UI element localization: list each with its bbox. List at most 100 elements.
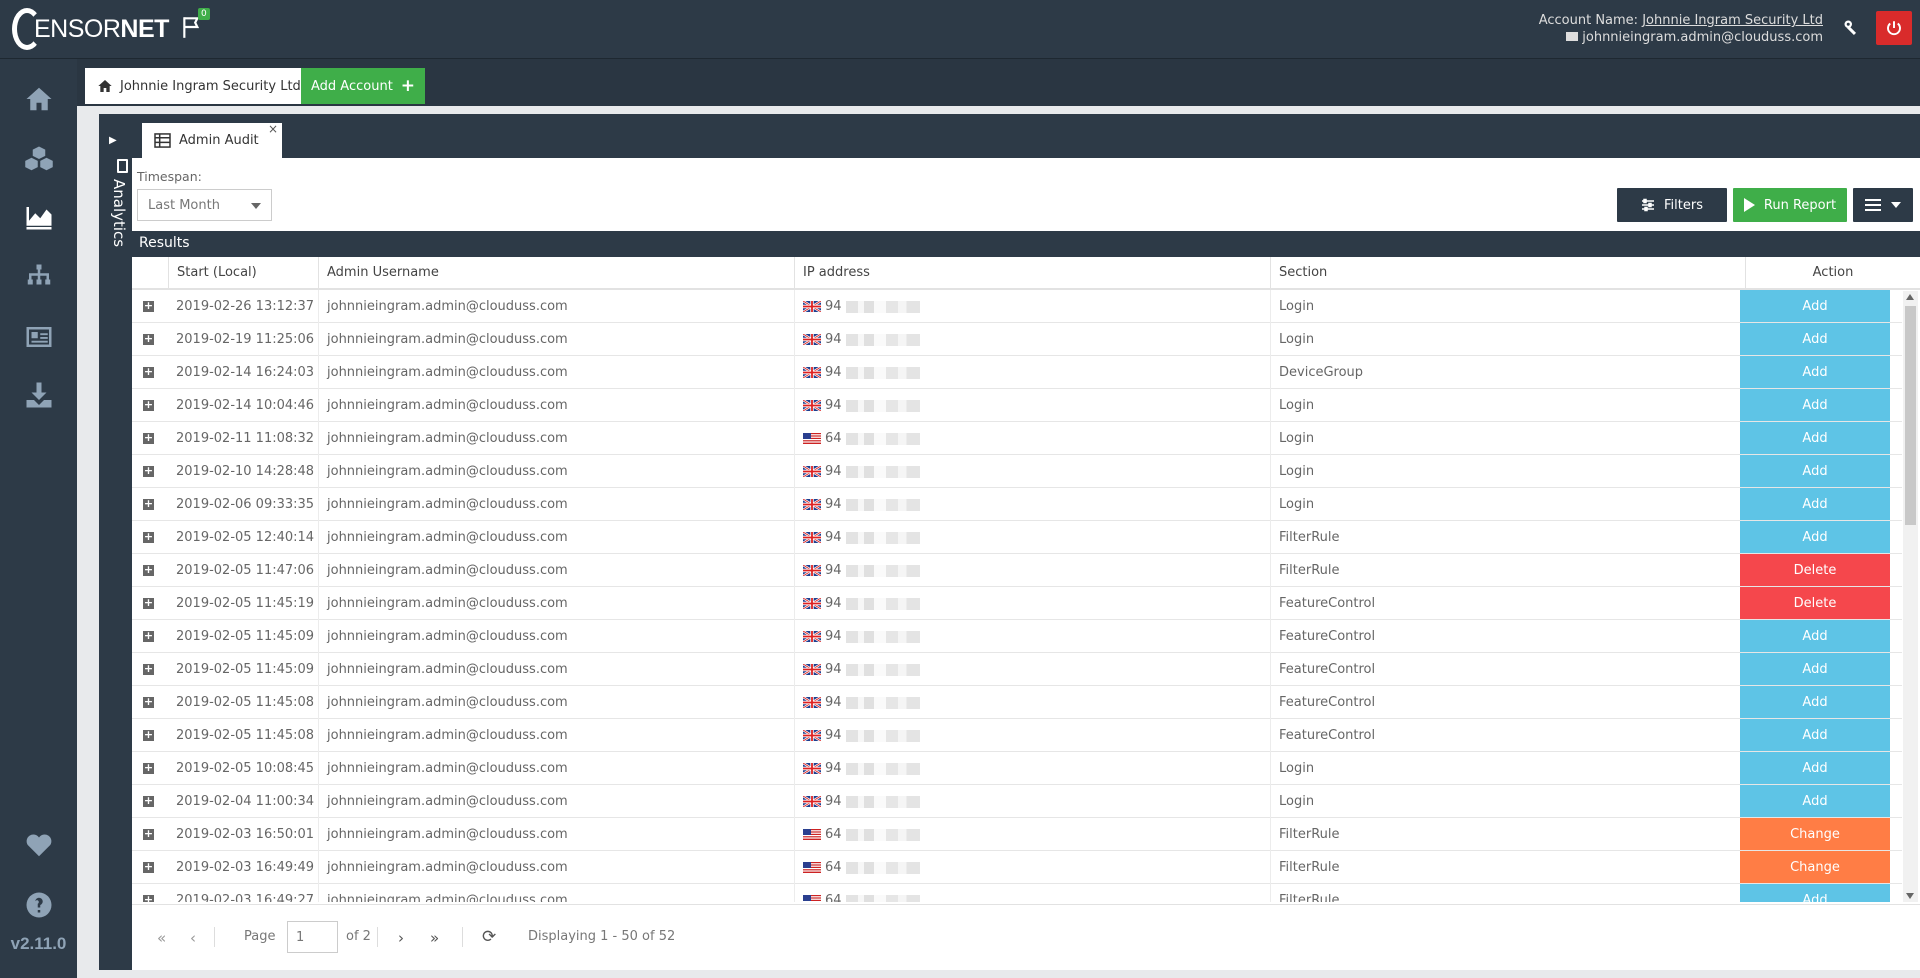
expand-row-plus-icon[interactable]: + [143, 399, 154, 411]
table-row[interactable]: +2019-02-14 10:04:46 johnnieingram.admin@… [132, 389, 1902, 422]
analytics-side-strip[interactable]: ▶ Analytics [99, 114, 132, 970]
cell-start-time: 2019-02-14 10:04:46 [176, 398, 315, 413]
us-flag-icon [803, 827, 825, 842]
cell-section: Login [1270, 752, 1740, 785]
expand-row-plus-icon[interactable]: + [143, 366, 154, 378]
key-icon[interactable] [1839, 15, 1865, 41]
options-menu-button[interactable] [1853, 188, 1913, 222]
uk-flag-icon [803, 629, 825, 644]
sitemap-icon[interactable] [20, 260, 58, 294]
expand-row-plus-icon[interactable]: + [143, 729, 154, 741]
cubes-icon[interactable] [20, 142, 58, 176]
analytics-chart-icon[interactable] [20, 200, 58, 234]
expand-row-plus-icon[interactable]: + [143, 465, 154, 477]
expand-row-plus-icon[interactable]: + [143, 663, 154, 675]
left-navigation: v2.11.0 [0, 59, 77, 978]
expand-row-plus-icon[interactable]: + [143, 894, 154, 902]
scroll-down-arrow-icon[interactable] [1906, 893, 1914, 899]
table-row[interactable]: +2019-02-03 16:49:49 johnnieingram.admin@… [132, 851, 1902, 884]
expand-row-plus-icon[interactable]: + [143, 531, 154, 543]
table-row[interactable]: +2019-02-05 11:45:09 johnnieingram.admin@… [132, 653, 1902, 686]
home-icon[interactable] [20, 82, 58, 116]
cell-admin-username: johnnieingram.admin@clouduss.com [318, 554, 794, 587]
logout-power-button[interactable] [1876, 11, 1912, 45]
column-ip-address[interactable]: IP address [794, 257, 1270, 288]
last-page-icon[interactable]: » [430, 929, 439, 947]
table-row[interactable]: +2019-02-10 14:28:48 johnnieingram.admin@… [132, 455, 1902, 488]
table-row[interactable]: +2019-02-14 16:24:03 johnnieingram.admin@… [132, 356, 1902, 389]
ip-redacted [845, 828, 920, 841]
table-row[interactable]: +2019-02-05 11:45:19 johnnieingram.admin@… [132, 587, 1902, 620]
expand-row-plus-icon[interactable]: + [143, 630, 154, 642]
cell-start-time: 2019-02-03 16:49:27 [176, 893, 315, 902]
cell-section: FeatureControl [1270, 620, 1740, 653]
expand-row-plus-icon[interactable]: + [143, 432, 154, 444]
add-account-button[interactable]: Add Account + [301, 68, 426, 104]
help-question-icon[interactable] [20, 888, 58, 922]
scroll-thumb[interactable] [1905, 306, 1916, 525]
scroll-up-arrow-icon[interactable] [1906, 294, 1914, 300]
expand-row-plus-icon[interactable]: + [143, 762, 154, 774]
expand-row-plus-icon[interactable]: + [143, 498, 154, 510]
table-row[interactable]: +2019-02-11 11:08:32 johnnieingram.admin@… [132, 422, 1902, 455]
table-row[interactable]: +2019-02-05 10:08:45 johnnieingram.admin@… [132, 752, 1902, 785]
bookmark-icon [117, 159, 128, 173]
expand-row-plus-icon[interactable]: + [143, 564, 154, 576]
expand-arrow-icon[interactable]: ▶ [109, 135, 117, 146]
account-name-link[interactable]: Johnnie Ingram Security Ltd [1642, 13, 1823, 28]
close-tab-icon[interactable]: × [268, 122, 278, 136]
table-row[interactable]: +2019-02-03 16:50:01 johnnieingram.admin@… [132, 818, 1902, 851]
expand-row-plus-icon[interactable]: + [143, 795, 154, 807]
column-admin-username[interactable]: Admin Username [318, 257, 794, 288]
page-number-input[interactable]: 1 [287, 921, 338, 953]
filters-label: Filters [1664, 197, 1703, 213]
page-label: Page [244, 929, 276, 944]
column-action[interactable]: Action [1745, 257, 1920, 288]
prev-page-icon[interactable]: ‹ [190, 929, 196, 947]
notifications-flag-icon[interactable]: 0 [180, 8, 210, 44]
table-row[interactable]: +2019-02-19 11:25:06 johnnieingram.admin@… [132, 323, 1902, 356]
cell-admin-username: johnnieingram.admin@clouduss.com [318, 785, 794, 818]
column-start-local[interactable]: Start (Local) [168, 257, 318, 288]
account-tab-current[interactable]: Johnnie Ingram Security Ltd [85, 68, 310, 104]
table-row[interactable]: +2019-02-05 12:40:14 johnnieingram.admin@… [132, 521, 1902, 554]
cell-start-time: 2019-02-19 11:25:06 [176, 332, 315, 347]
expand-row-plus-icon[interactable]: + [143, 861, 154, 873]
cell-admin-username: johnnieingram.admin@clouduss.com [318, 884, 794, 902]
action-badge: Add [1740, 356, 1890, 388]
refresh-icon[interactable]: ⟳ [482, 927, 496, 947]
first-page-icon[interactable]: « [157, 929, 166, 947]
app-version: v2.11.0 [10, 934, 67, 953]
filters-button[interactable]: Filters [1617, 188, 1727, 222]
table-scrollbar[interactable] [1903, 291, 1918, 902]
table-row[interactable]: +2019-02-05 11:47:06 johnnieingram.admin@… [132, 554, 1902, 587]
table-row[interactable]: +2019-02-05 11:45:08 johnnieingram.admin@… [132, 686, 1902, 719]
table-row[interactable]: +2019-02-06 09:33:35 johnnieingram.admin@… [132, 488, 1902, 521]
cell-section: Login [1270, 488, 1740, 521]
expand-row-plus-icon[interactable]: + [143, 597, 154, 609]
ip-redacted [845, 564, 920, 577]
download-icon[interactable] [20, 378, 58, 412]
censornet-logo[interactable]: ENSOR NET [12, 8, 169, 50]
table-row[interactable]: +2019-02-05 11:45:09 johnnieingram.admin@… [132, 620, 1902, 653]
table-row[interactable]: +2019-02-04 11:00:34 johnnieingram.admin@… [132, 785, 1902, 818]
expand-row-plus-icon[interactable]: + [143, 333, 154, 345]
heart-icon[interactable] [20, 828, 58, 862]
timespan-select[interactable]: Last Month [137, 189, 272, 221]
next-page-icon[interactable]: › [398, 929, 404, 947]
account-name-label: Account Name: [1538, 13, 1639, 28]
account-email: johnnieingram.admin@clouduss.com [1582, 30, 1823, 45]
run-report-button[interactable]: Run Report [1733, 188, 1847, 222]
expand-row-plus-icon[interactable]: + [143, 828, 154, 840]
table-row[interactable]: +2019-02-26 13:12:37 johnnieingram.admin@… [132, 290, 1902, 323]
action-badge: Change [1740, 818, 1890, 850]
contact-card-icon[interactable] [20, 320, 58, 354]
expand-row-plus-icon[interactable]: + [143, 696, 154, 708]
table-row[interactable]: +2019-02-05 11:45:08 johnnieingram.admin@… [132, 719, 1902, 752]
power-icon [1887, 21, 1901, 36]
uk-flag-icon [803, 695, 825, 710]
expand-row-plus-icon[interactable]: + [143, 300, 154, 312]
tab-admin-audit[interactable]: Admin Audit × [142, 122, 282, 158]
column-section[interactable]: Section [1270, 257, 1745, 288]
table-row[interactable]: +2019-02-03 16:49:27 johnnieingram.admin@… [132, 884, 1902, 902]
